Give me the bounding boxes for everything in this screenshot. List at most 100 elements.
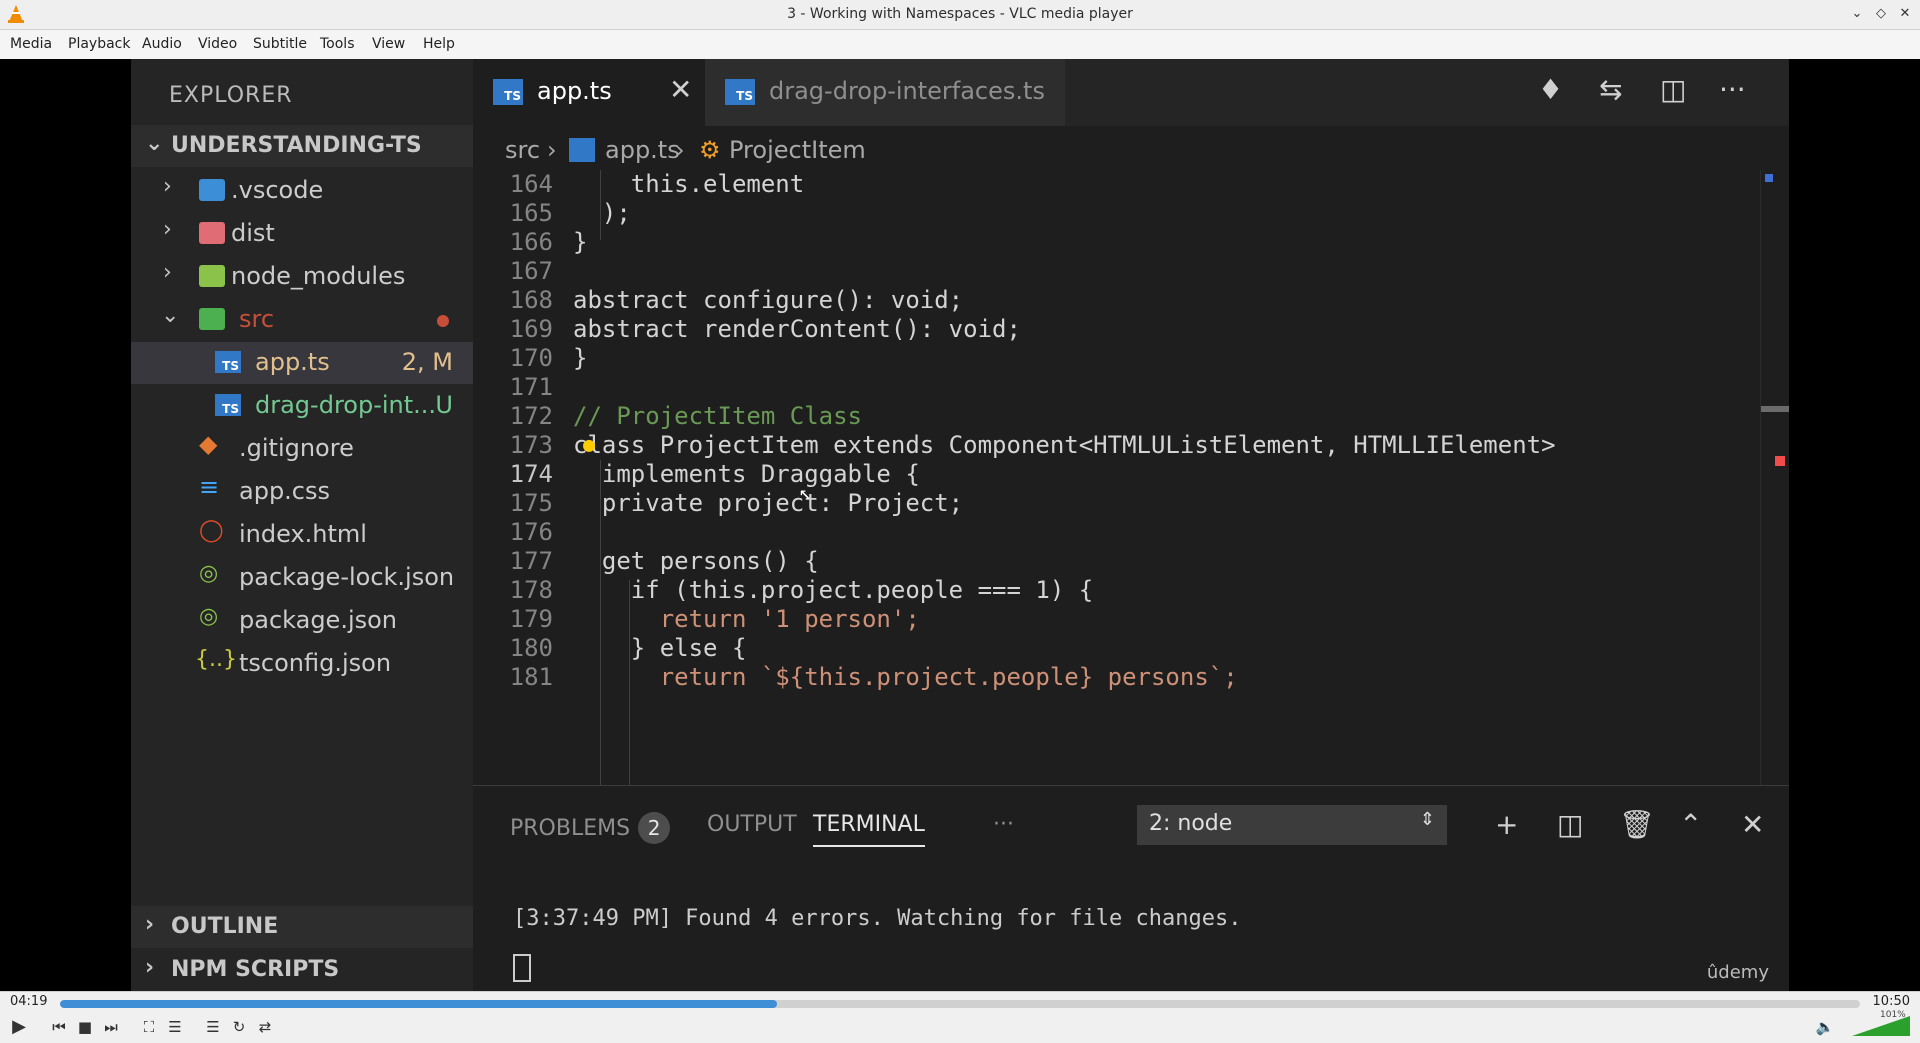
chevron-right-icon: ›: [547, 136, 557, 164]
tree-item-app-ts: TS app.ts 2, M: [131, 342, 473, 384]
close-icon: ✕: [669, 73, 693, 106]
explorer-root-label: UNDERSTANDING-TS: [171, 133, 422, 158]
line-number: 172: [509, 402, 553, 430]
tree-item-dist: › dist: [131, 213, 473, 255]
title-bar: 3 - Working with Namespaces - VLC media …: [0, 0, 1920, 30]
video-area[interactable]: EXPLORER ⌄ UNDERSTANDING-TS › .vscode › …: [0, 59, 1920, 991]
video-frame-vscode: EXPLORER ⌄ UNDERSTANDING-TS › .vscode › …: [131, 59, 1789, 991]
line-number: 165: [509, 199, 553, 227]
line-number: 181: [509, 663, 553, 691]
tab-label: drag-drop-interfaces.ts: [769, 77, 1045, 105]
line-number: 173: [509, 431, 553, 459]
chevron-right-icon: ›: [163, 174, 172, 199]
tree-item-vscode: › .vscode: [131, 170, 473, 212]
close-window-button[interactable]: ✕: [1896, 5, 1914, 23]
error-marker: [1775, 456, 1785, 466]
tree-item-label: package.json: [239, 606, 398, 634]
menu-help[interactable]: Help: [423, 36, 455, 52]
code-line: private project: Project;: [573, 489, 964, 517]
dist-folder-icon: [199, 222, 225, 244]
tree-item-tsconfig: {..} tsconfig.json: [131, 643, 473, 685]
git-icon: ◆: [199, 430, 218, 458]
terminal-select-value: 2: node: [1149, 811, 1233, 836]
maximize-button[interactable]: ◇: [1872, 5, 1890, 23]
typescript-file-icon: TS: [493, 79, 523, 105]
menu-view[interactable]: View: [372, 36, 405, 52]
terminal-select[interactable]: 2: node ⇕: [1137, 805, 1447, 845]
menu-tools[interactable]: Tools: [320, 36, 355, 52]
tree-item-drag-drop: TS drag-drop-int... U: [131, 385, 473, 427]
tree-item-gitignore: ◆ .gitignore: [131, 428, 473, 470]
loop-button[interactable]: ↻: [228, 1016, 250, 1038]
html-file-icon: ◯: [199, 518, 224, 543]
css-file-icon: ≡: [199, 473, 220, 501]
next-button[interactable]: ⏭: [100, 1016, 122, 1038]
code-area[interactable]: 164 165 166 167 168 169 170 171 172 173 …: [473, 170, 1789, 785]
code-line: }: [573, 344, 588, 372]
line-number: 175: [509, 489, 553, 517]
src-folder-icon: [199, 308, 225, 330]
vscode-folder-icon: [199, 179, 225, 201]
trash-icon[interactable]: 🗑: [1619, 808, 1655, 841]
extended-settings-button[interactable]: ☰: [164, 1016, 186, 1038]
shuffle-button[interactable]: ⇄: [254, 1016, 276, 1038]
split-terminal-icon[interactable]: ◫: [1557, 808, 1583, 841]
line-number: 164: [509, 170, 553, 198]
git-status-badge: 2, M: [401, 348, 453, 376]
speaker-icon[interactable]: 🔈: [1814, 1016, 1836, 1038]
menu-audio[interactable]: Audio: [142, 36, 182, 52]
menu-playback[interactable]: Playback: [68, 36, 130, 52]
tree-item-label: tsconfig.json: [239, 649, 392, 677]
tab-bar: TS app.ts ✕ TS drag-drop-interfaces.ts ♦…: [473, 59, 1789, 126]
breadcrumb-symbol: ProjectItem: [729, 136, 866, 164]
chevron-right-icon: ›: [163, 217, 172, 242]
add-terminal-icon[interactable]: +: [1495, 808, 1518, 841]
code-line: } else {: [573, 634, 747, 662]
tree-item-label: node_modules: [231, 262, 406, 290]
terminal-cursor: [513, 954, 531, 982]
fullscreen-button[interactable]: ⛶: [138, 1016, 160, 1038]
code-line: return '1 person';: [573, 605, 920, 633]
code-line: }: [573, 228, 588, 256]
tree-item-label: .vscode: [231, 176, 324, 204]
outline-section: › OUTLINE: [131, 906, 473, 948]
previous-button[interactable]: ⏮: [48, 1016, 70, 1038]
seek-bar[interactable]: [60, 1000, 1860, 1008]
npm-json-icon: ◎: [199, 604, 219, 629]
line-number: 171: [509, 373, 553, 401]
tab-output[interactable]: OUTPUT: [707, 812, 797, 837]
chevron-up-icon[interactable]: ⌃: [1679, 808, 1702, 841]
more-actions-icon: ···: [1719, 73, 1746, 106]
line-number: 167: [509, 257, 553, 285]
code-comment: // ProjectItem Class: [573, 402, 862, 430]
modified-dot-icon: [437, 315, 449, 327]
lightbulb-icon[interactable]: ●: [583, 432, 595, 456]
menu-media[interactable]: Media: [10, 36, 52, 52]
menu-video[interactable]: Video: [198, 36, 237, 52]
tree-item-src: ⌄ src: [131, 299, 473, 341]
playlist-button[interactable]: ☰: [202, 1016, 224, 1038]
menu-subtitle[interactable]: Subtitle: [253, 36, 307, 52]
tree-item-label: .gitignore: [239, 434, 354, 462]
tab-drag-drop-interfaces: TS drag-drop-interfaces.ts: [705, 59, 1065, 126]
close-panel-icon[interactable]: ✕: [1741, 808, 1764, 841]
tree-item-label: index.html: [239, 520, 367, 548]
tab-problems[interactable]: PROBLEMS 2: [510, 812, 671, 844]
line-number: 177: [509, 547, 553, 575]
line-number: 180: [509, 634, 553, 662]
breadcrumb: src › app.ts › ⚙ ProjectItem: [473, 126, 1789, 170]
chevron-down-icon: ⌄: [145, 131, 164, 156]
play-button[interactable]: ▶: [8, 1016, 30, 1038]
tree-item-label: dist: [231, 219, 275, 247]
class-symbol-icon: ⚙: [699, 136, 721, 164]
minimap-scrollbar[interactable]: [1760, 170, 1789, 785]
tab-problems-label: PROBLEMS: [510, 816, 631, 841]
tab-terminal[interactable]: TERMINAL: [813, 812, 925, 847]
stop-button[interactable]: ■: [74, 1016, 96, 1038]
mouse-cursor-icon: ↖: [799, 480, 812, 504]
code-line: get persons() {: [573, 547, 819, 575]
minimize-button[interactable]: ⌄: [1848, 5, 1866, 23]
menu-bar: Media Playback Audio Video Subtitle Tool…: [0, 30, 1920, 60]
more-panels-button[interactable]: ···: [993, 812, 1014, 837]
code-line: abstract renderContent(): void;: [573, 315, 1021, 343]
